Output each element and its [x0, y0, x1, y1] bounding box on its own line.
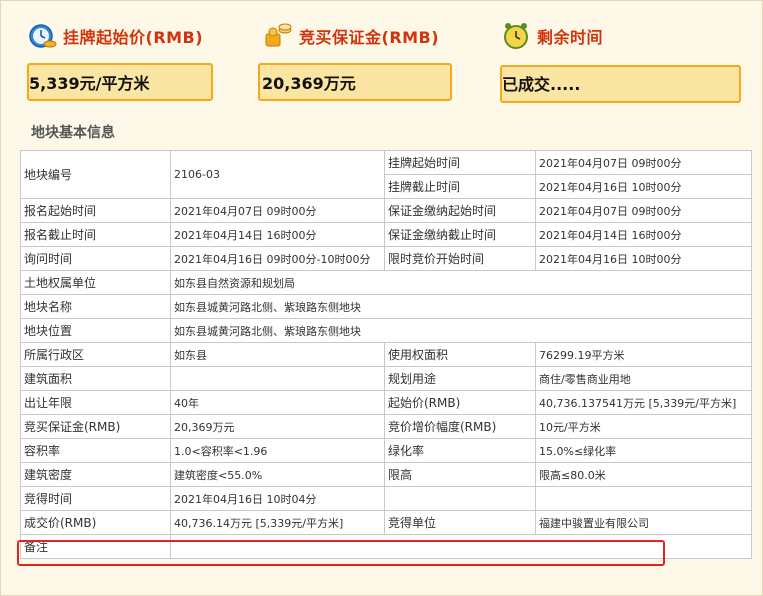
row-value: 2021年04月14日 16时00分 — [535, 222, 752, 247]
start-price-value-box: 5,339元/平方米 — [27, 63, 213, 101]
start-price-value: 5,339元/平方米 — [29, 74, 150, 93]
table-row: 土地权属单位 如东县自然资源和规划局 — [20, 270, 752, 295]
winner-label: 竞得单位 — [384, 510, 536, 535]
deposit-value: 20,369万元 — [262, 74, 356, 93]
row-value: 限高≤80.0米 — [535, 462, 752, 487]
table-row: 地块名称 如东县城黄河路北侧、紫琅路东侧地块 — [20, 294, 752, 319]
remaining-title: 剩余时间 — [537, 28, 604, 47]
deposit-title: 竞买保证金(RMB) — [299, 28, 440, 47]
parcel-info-table: 地块编号 2106-03 挂牌起始时间 2021年04月07日 09时00分 挂… — [20, 150, 752, 559]
row-label: 容积率 — [20, 438, 171, 463]
row-label: 竞得时间 — [20, 486, 171, 511]
deal-price-value: 40,736.14万元 [5,339元/平方米] — [170, 510, 385, 535]
row-label: 保证金缴纳起始时间 — [384, 198, 536, 223]
row-value: 15.0%≤绿化率 — [535, 438, 752, 463]
row-label — [384, 486, 536, 511]
winner-value: 福建中骏置业有限公司 — [535, 510, 752, 535]
remaining-value-box: 已成交..... — [500, 65, 741, 103]
table-row: 建筑面积 规划用途 商住/零售商业用地 — [20, 366, 752, 391]
section-title: 地块基本信息 — [31, 125, 115, 141]
table-row: 报名截止时间 2021年04月14日 16时00分 保证金缴纳截止时间 2021… — [20, 222, 752, 247]
row-value: 2021年04月07日 09时00分 — [170, 198, 385, 223]
auction-summary-header: 挂牌起始价(RMB) 5,339元/平方米 竞买保证金(RMB) 20,369万… — [1, 1, 763, 109]
row-value — [170, 366, 385, 391]
row-value: 76299.19平方米 — [535, 342, 752, 367]
table-row-deal: 成交价(RMB) 40,736.14万元 [5,339元/平方米] 竞得单位 福… — [20, 510, 752, 535]
coin-puzzle-icon — [263, 21, 293, 51]
table-row: 询问时间 2021年04月16日 09时00分-10时00分 限时竞价开始时间 … — [20, 246, 752, 271]
row-value: 2021年04月14日 16时00分 — [170, 222, 385, 247]
alarm-clock-icon — [501, 21, 531, 51]
row-value: 40,736.137541万元 [5,339元/平方米] — [535, 390, 752, 415]
row-label: 地块位置 — [20, 318, 171, 343]
table-row: 地块位置 如东县城黄河路北侧、紫琅路东侧地块 — [20, 318, 752, 343]
row-label: 询问时间 — [20, 246, 171, 271]
table-row: 报名起始时间 2021年04月07日 09时00分 保证金缴纳起始时间 2021… — [20, 198, 752, 223]
row-value — [170, 534, 752, 559]
row-value: 如东县自然资源和规划局 — [170, 270, 752, 295]
clock-money-icon — [27, 21, 57, 51]
row-label: 报名起始时间 — [20, 198, 171, 223]
table-row: 出让年限 40年 起始价(RMB) 40,736.137541万元 [5,339… — [20, 390, 752, 415]
row-label: 规划用途 — [384, 366, 536, 391]
row-label: 土地权属单位 — [20, 270, 171, 295]
row-value: 如东县城黄河路北侧、紫琅路东侧地块 — [170, 318, 752, 343]
table-row: 容积率 1.0<容积率<1.96 绿化率 15.0%≤绿化率 — [20, 438, 752, 463]
table-row: 所属行政区 如东县 使用权面积 76299.19平方米 — [20, 342, 752, 367]
table-row: 地块编号 2106-03 挂牌起始时间 2021年04月07日 09时00分 — [20, 150, 752, 199]
row-label: 建筑密度 — [20, 462, 171, 487]
row-label: 地块编号 — [20, 150, 171, 199]
row-value: 2021年04月16日 09时00分-10时00分 — [170, 246, 385, 271]
row-value: 建筑密度<55.0% — [170, 462, 385, 487]
row-label: 竞买保证金(RMB) — [20, 414, 171, 439]
table-row: 备注 — [20, 534, 752, 559]
deal-price-label: 成交价(RMB) — [20, 510, 171, 535]
row-label: 绿化率 — [384, 438, 536, 463]
row-label: 限时竞价开始时间 — [384, 246, 536, 271]
row-value: 1.0<容积率<1.96 — [170, 438, 385, 463]
remaining-panel: 剩余时间 — [501, 19, 603, 53]
row-label: 报名截止时间 — [20, 222, 171, 247]
row-label: 出让年限 — [20, 390, 171, 415]
row-value: 2106-03 — [170, 150, 385, 199]
row-label: 挂牌截止时间 — [384, 174, 536, 199]
remaining-value: 已成交..... — [502, 75, 581, 94]
row-value: 10元/平方米 — [535, 414, 752, 439]
row-label: 限高 — [384, 462, 536, 487]
deposit-panel: 竞买保证金(RMB) — [263, 19, 439, 53]
row-label: 起始价(RMB) — [384, 390, 536, 415]
row-value: 商住/零售商业用地 — [535, 366, 752, 391]
row-value: 20,369万元 — [170, 414, 385, 439]
table-row: 竞得时间 2021年04月16日 10时04分 — [20, 486, 752, 511]
row-value: 2021年04月07日 09时00分 — [535, 198, 752, 223]
row-value: 如东县 — [170, 342, 385, 367]
row-value: 2021年04月16日 10时00分 — [535, 246, 752, 271]
row-label: 备注 — [20, 534, 171, 559]
row-value: 2021年04月07日 09时00分 — [535, 150, 752, 175]
row-label: 所属行政区 — [20, 342, 171, 367]
row-value: 2021年04月16日 10时00分 — [535, 174, 752, 199]
row-value: 2021年04月16日 10时04分 — [170, 486, 385, 511]
row-label: 地块名称 — [20, 294, 171, 319]
table-row: 竞买保证金(RMB) 20,369万元 竞价增价幅度(RMB) 10元/平方米 — [20, 414, 752, 439]
table-row: 建筑密度 建筑密度<55.0% 限高 限高≤80.0米 — [20, 462, 752, 487]
start-price-title: 挂牌起始价(RMB) — [63, 28, 204, 47]
row-value — [535, 486, 752, 511]
start-price-panel: 挂牌起始价(RMB) — [27, 19, 203, 53]
deposit-value-box: 20,369万元 — [258, 63, 452, 101]
row-value: 如东县城黄河路北侧、紫琅路东侧地块 — [170, 294, 752, 319]
row-label: 保证金缴纳截止时间 — [384, 222, 536, 247]
row-label: 使用权面积 — [384, 342, 536, 367]
row-label: 挂牌起始时间 — [384, 150, 536, 175]
row-label: 竞价增价幅度(RMB) — [384, 414, 536, 439]
row-label: 建筑面积 — [20, 366, 171, 391]
row-value: 40年 — [170, 390, 385, 415]
